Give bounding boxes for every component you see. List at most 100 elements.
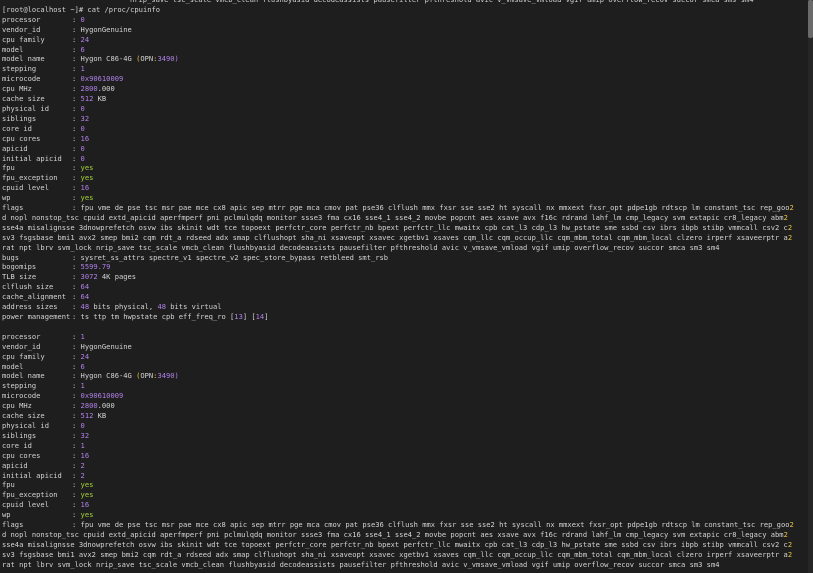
scrollbar-track[interactable] [808,0,813,573]
flags-text: sse4a misalignsse 3dnowprefetch osvw ibs… [2,539,788,549]
cpuinfo-field-fpu-exception: fpu_exception: yes [2,173,808,183]
field-separator: : [72,153,81,163]
field-label: cpu MHz [2,84,32,94]
field-value: Hygon C86-4G (OPN:3490) [80,54,179,64]
field-separator: : [72,341,81,351]
cpuinfo-field-tlb-size: TLB size: 3072 4K pages [2,272,808,282]
field-value: yes [80,480,94,490]
cpuinfo-field-cpu-family: cpu family: 24 [2,35,808,45]
cpuinfo-field-core-id: core id: 0 [2,124,808,134]
flags-continuation-line: rat npt lbrv svm_lock nrip_save tsc_scal… [2,560,808,570]
cpuinfo-field-vendor-id: vendor_id: HygonGenuine [2,342,808,352]
cpuinfo-field-cpu-cores: cpu cores: 16 [2,134,808,144]
field-separator: : [72,252,81,262]
field-label: cpu cores [2,133,41,143]
wrap-marker: 2 [783,529,788,539]
cpuinfo-field-cpu-family: cpu family: 24 [2,352,808,362]
field-value: 0 [80,123,85,133]
field-separator: : [72,361,81,371]
field-separator: : [72,520,81,530]
cpuinfo-field-cpu-mhz: cpu MHz: 2800.000 [2,84,808,94]
field-label: physical id [2,103,49,113]
field-value: 24 [80,34,90,44]
field-value: 0 [80,143,85,153]
field-label: stepping [2,64,37,74]
cpuinfo-field-microcode: microcode: 0x90610009 [2,391,808,401]
field-separator: : [72,173,81,183]
field-label: cpuid level [2,500,49,510]
field-label: wp [2,193,11,203]
field-value: HygonGenuine [80,341,132,351]
wrap-marker: 2 [789,520,794,530]
field-value: yes [80,173,94,183]
cpuinfo-field-apicid: apicid: 2 [2,461,808,471]
field-value: 3072 4K pages [80,272,137,282]
cpuinfo-field-initial-apicid: initial apicid: 0 [2,154,808,164]
field-value: 1 [80,440,85,450]
field-label: cpu family [2,351,45,361]
field-value: 0 [80,153,85,163]
field-label: model [2,44,24,54]
command-prompt-line: [root@localhost ~]# cat /proc/cpuinfo [2,5,808,15]
field-separator: : [72,64,81,74]
field-label: model name [2,54,45,64]
field-separator: : [72,74,81,84]
field-separator: : [72,391,81,401]
field-separator: : [72,381,81,391]
field-value: 16 [80,500,90,510]
field-value: 0 [80,103,85,113]
flags-text: d nopl nonstop_tsc cpuid extd_apicid ape… [2,212,784,222]
wrap-marker: 2 [787,539,793,549]
field-value: 64 [80,292,90,302]
field-value: 512 KB [80,411,107,421]
field-value: sysret_ss_attrs spectre_v1 spectre_v2 sp… [80,252,389,262]
field-label: address sizes [2,302,58,312]
field-label: clflush size [2,282,54,292]
cpuinfo-field-wp: wp: yes [2,510,808,520]
field-label: apicid [2,460,28,470]
field-separator: : [72,460,81,470]
field-separator: : [72,123,81,133]
field-label: model [2,361,24,371]
field-label: siblings [2,430,37,440]
field-separator: : [72,272,81,282]
field-value: 0x90610009 [80,391,124,401]
field-value: 0 [80,420,85,430]
field-value: 64 [80,282,90,292]
cpuinfo-field-power-management: power management: ts ttp tm hwpstate cpb… [2,312,808,322]
cpuinfo-field-siblings: siblings: 32 [2,431,808,441]
field-label: power management [2,312,71,321]
field-label: cpu cores [2,450,41,460]
field-separator: : [72,411,81,421]
cpuinfo-field-stepping: stepping: 1 [2,381,808,391]
field-separator: : [72,24,81,34]
cpuinfo-field-apicid: apicid: 0 [2,144,808,154]
cpuinfo-field-fpu: fpu: yes [2,163,808,173]
cpuinfo-field-clflush-size: clflush size: 64 [2,282,808,292]
field-value: yes [80,490,94,500]
field-separator: : [72,292,81,302]
cpuinfo-field-physical-id: physical id: 0 [2,421,808,431]
field-separator: : [72,430,81,440]
shell-command: cat /proc/cpuinfo [87,4,161,14]
field-label: siblings [2,113,37,123]
scrollbar-thumb[interactable] [808,0,813,38]
field-separator: : [72,490,81,500]
field-value: 32 [80,430,90,440]
field-label: cpu family [2,34,45,44]
field-label: microcode [2,391,41,401]
field-label: initial apicid [2,153,62,163]
field-value: 2 [80,470,85,480]
field-value: 6 [80,361,85,371]
field-label: bugs [2,252,20,262]
field-value: 2 [80,460,85,470]
terminal-output[interactable]: nrip_save tsc_scale vmcb_clean flushbyas… [2,0,808,573]
field-value: Hygon C86-4G (OPN:3490) [80,371,179,381]
cpuinfo-field-processor: processor: 1 [2,332,808,342]
wrap-marker: 2 [783,212,788,222]
cpuinfo-field-vendor-id: vendor_id: HygonGenuine [2,25,808,35]
field-label: cpuid level [2,183,49,193]
field-value: 5599.79 [80,262,111,272]
cpuinfo-field-processor: processor: 0 [2,15,808,25]
field-label: cpu MHz [2,401,32,411]
